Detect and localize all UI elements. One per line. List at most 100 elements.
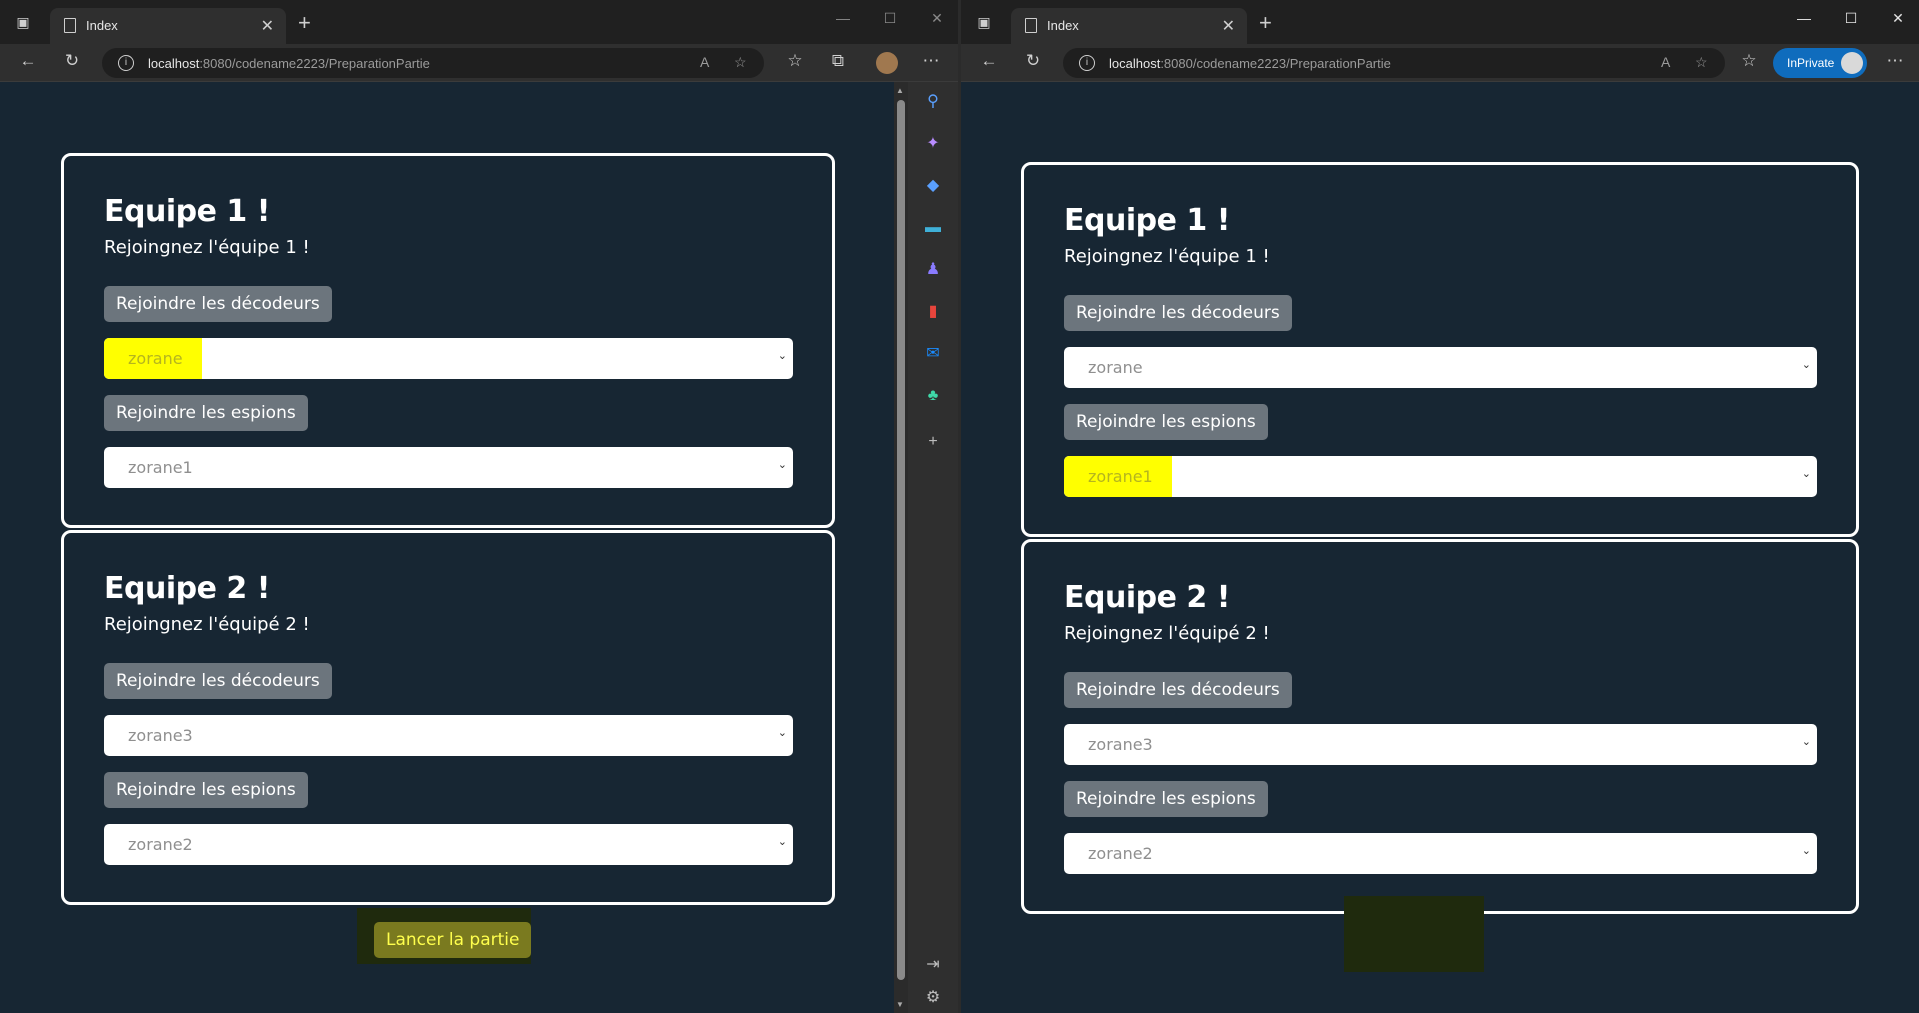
- decoders-select[interactable]: zorane ⌄: [1064, 347, 1817, 388]
- address-bar[interactable]: i localhost:8080/codename2223/Preparatio…: [102, 48, 764, 78]
- chevron-down-icon: ⌄: [777, 350, 787, 362]
- info-icon[interactable]: i: [118, 55, 134, 71]
- tools-icon[interactable]: ▬: [923, 218, 943, 238]
- team2-title: Equipe 2 !: [104, 571, 270, 606]
- favorites-icon[interactable]: ☆: [783, 51, 807, 71]
- spies-select[interactable]: zorane2 ⌄: [1064, 833, 1817, 874]
- avatar: [1841, 52, 1863, 74]
- hide-sidebar-icon[interactable]: ⇥: [923, 955, 943, 975]
- join-spies-button[interactable]: Rejoindre les espions: [1064, 781, 1268, 817]
- shopping-tag-icon[interactable]: ◆: [923, 176, 943, 196]
- read-aloud-icon[interactable]: A: [1661, 54, 1670, 70]
- back-icon[interactable]: ←: [16, 51, 40, 71]
- refresh-icon[interactable]: ↻: [60, 51, 84, 71]
- close-window-icon[interactable]: ✕: [1883, 10, 1913, 27]
- join-decoders-button[interactable]: Rejoindre les décodeurs: [1064, 672, 1292, 708]
- spies-select-value: zorane2: [128, 835, 193, 854]
- tab-actions-icon[interactable]: ▣: [12, 12, 34, 32]
- close-tab-icon[interactable]: ✕: [261, 16, 274, 36]
- page-content: Equipe 1 ! Rejoingnez l'équipe 1 ! Rejoi…: [0, 82, 894, 1013]
- add-favorite-icon[interactable]: ☆: [734, 54, 747, 71]
- search-icon[interactable]: ⚲: [923, 92, 943, 112]
- spies-select[interactable]: zorane1 ⌄: [1064, 456, 1817, 497]
- chevron-down-icon: ⌄: [1801, 845, 1811, 857]
- info-icon[interactable]: i: [1079, 55, 1095, 71]
- outlook-icon[interactable]: ✉: [923, 344, 943, 364]
- profile-avatar[interactable]: [876, 52, 898, 74]
- join-spies-button[interactable]: Rejoindre les espions: [1064, 404, 1268, 440]
- launch-game-button[interactable]: Lancer la partie: [374, 922, 532, 958]
- tab-title: Index: [1047, 18, 1079, 33]
- decoders-select-value: zorane3: [1088, 735, 1153, 754]
- decoders-select[interactable]: zorane ⌄: [104, 338, 793, 379]
- address-bar[interactable]: i localhost:8080/codename2223/Preparatio…: [1063, 48, 1725, 78]
- copilot-icon[interactable]: ✦: [923, 134, 943, 154]
- browser-toolbar: ← ↻ i localhost:8080/codename2223/Prepar…: [961, 44, 1919, 82]
- tab-strip: ▣ Index ✕ + — ☐ ✕: [0, 0, 958, 44]
- back-icon[interactable]: ←: [977, 51, 1001, 71]
- more-options-icon[interactable]: ⋯: [1883, 51, 1907, 71]
- browser-toolbar: ← ↻ i localhost:8080/codename2223/Prepar…: [0, 44, 958, 82]
- decoders-select[interactable]: zorane3 ⌄: [1064, 724, 1817, 765]
- join-decoders-button[interactable]: Rejoindre les décodeurs: [104, 286, 332, 322]
- inprivate-label: InPrivate: [1787, 56, 1835, 70]
- team2-subtitle: Rejoingnez l'équipé 2 !: [1064, 623, 1270, 644]
- tab-actions-icon[interactable]: ▣: [973, 12, 995, 32]
- minimize-icon[interactable]: —: [828, 10, 858, 26]
- team2-title: Equipe 2 !: [1064, 580, 1230, 615]
- scrollbar-thumb[interactable]: [897, 100, 905, 980]
- scroll-down-icon[interactable]: ▼: [896, 1000, 904, 1009]
- spies-select[interactable]: zorane2 ⌄: [104, 824, 793, 865]
- page-icon: [1025, 18, 1037, 33]
- minimize-icon[interactable]: —: [1789, 10, 1819, 26]
- drop-icon[interactable]: ♣: [923, 386, 943, 406]
- highlight-mark: [1344, 896, 1484, 972]
- decoders-select-value: zorane: [1088, 358, 1143, 377]
- team1-title: Equipe 1 !: [1064, 203, 1230, 238]
- settings-gear-icon[interactable]: ⚙: [923, 988, 943, 1008]
- chevron-down-icon: ⌄: [777, 459, 787, 471]
- join-spies-button[interactable]: Rejoindre les espions: [104, 772, 308, 808]
- decoders-select-value: zorane: [128, 349, 183, 368]
- read-aloud-icon[interactable]: A: [700, 54, 709, 70]
- join-spies-button[interactable]: Rejoindre les espions: [104, 395, 308, 431]
- team2-card: Equipe 2 ! Rejoingnez l'équipé 2 ! Rejoi…: [61, 530, 835, 905]
- scroll-up-icon[interactable]: ▲: [896, 86, 904, 95]
- decoders-select[interactable]: zorane3 ⌄: [104, 715, 793, 756]
- team2-subtitle: Rejoingnez l'équipé 2 !: [104, 614, 310, 635]
- join-decoders-button[interactable]: Rejoindre les décodeurs: [1064, 295, 1292, 331]
- refresh-icon[interactable]: ↻: [1021, 51, 1045, 71]
- add-favorite-icon[interactable]: ☆: [1695, 54, 1708, 71]
- favorites-icon[interactable]: ☆: [1737, 51, 1761, 71]
- maximize-icon[interactable]: ☐: [1836, 10, 1866, 27]
- spies-select-value: zorane2: [1088, 844, 1153, 863]
- vertical-scrollbar[interactable]: ▲ ▼: [894, 82, 908, 1013]
- chevron-down-icon: ⌄: [1801, 359, 1811, 371]
- collections-icon[interactable]: ⧉: [826, 51, 850, 71]
- inprivate-badge[interactable]: InPrivate: [1773, 48, 1867, 78]
- games-icon[interactable]: ♟: [923, 260, 943, 280]
- browser-tab[interactable]: Index ✕: [1011, 8, 1247, 44]
- new-tab-icon[interactable]: +: [1259, 10, 1272, 36]
- join-decoders-button[interactable]: Rejoindre les décodeurs: [104, 663, 332, 699]
- close-tab-icon[interactable]: ✕: [1222, 16, 1235, 36]
- new-tab-icon[interactable]: +: [298, 10, 311, 36]
- more-options-icon[interactable]: ⋯: [919, 51, 943, 71]
- chevron-down-icon: ⌄: [1801, 736, 1811, 748]
- maximize-icon[interactable]: ☐: [875, 10, 905, 27]
- close-window-icon[interactable]: ✕: [922, 10, 952, 27]
- spies-select[interactable]: zorane1 ⌄: [104, 447, 793, 488]
- decoders-select-value: zorane3: [128, 726, 193, 745]
- page-content: Equipe 1 ! Rejoingnez l'équipe 1 ! Rejoi…: [961, 82, 1919, 1013]
- office-icon[interactable]: ▮: [923, 302, 943, 322]
- page-icon: [64, 18, 76, 33]
- url-text: localhost:8080/codename2223/PreparationP…: [148, 56, 430, 71]
- team2-card: Equipe 2 ! Rejoingnez l'équipé 2 ! Rejoi…: [1021, 539, 1859, 914]
- browser-tab[interactable]: Index ✕: [50, 8, 286, 44]
- edge-sidebar: ⚲ ✦ ◆ ▬ ♟ ▮ ✉ ♣ + ⇥ ⚙: [908, 82, 958, 1013]
- spies-select-value: zorane1: [128, 458, 193, 477]
- add-icon[interactable]: +: [923, 432, 943, 452]
- team1-title: Equipe 1 !: [104, 194, 270, 229]
- spies-select-value: zorane1: [1088, 467, 1153, 486]
- tab-title: Index: [86, 18, 118, 33]
